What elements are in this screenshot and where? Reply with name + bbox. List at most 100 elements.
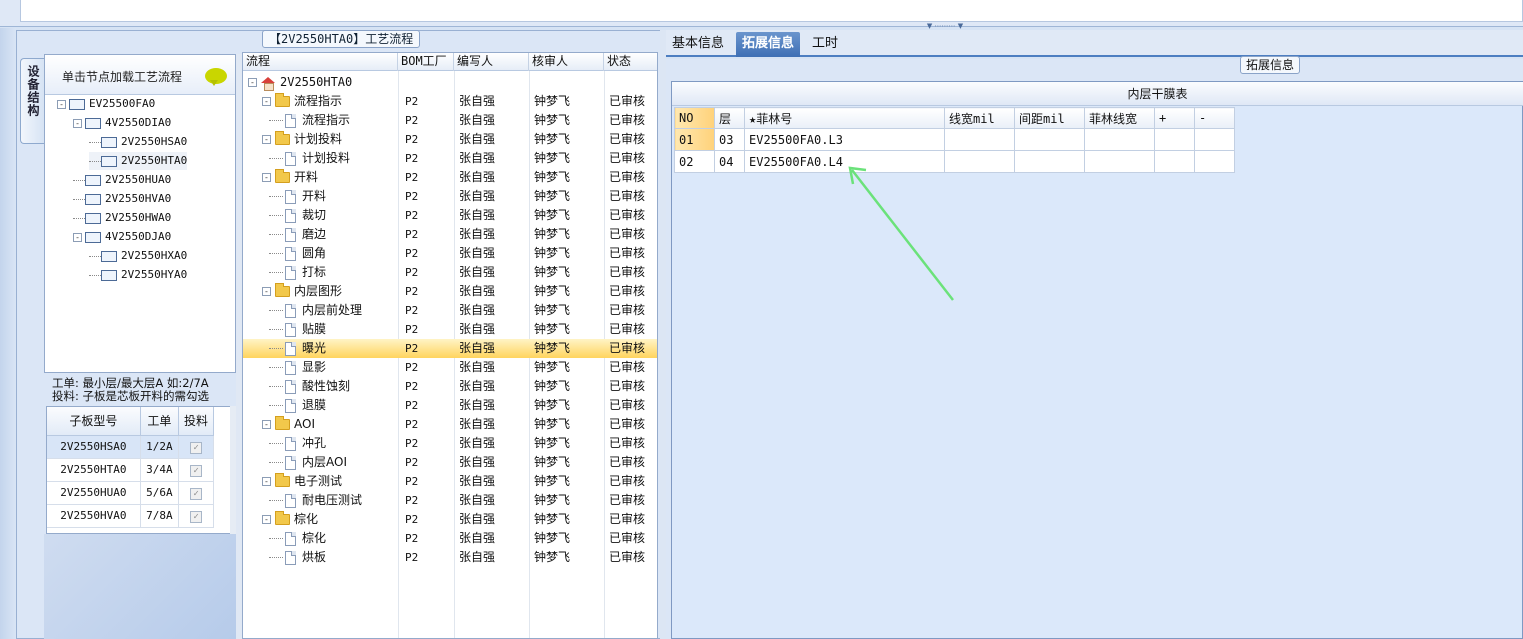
tree-node[interactable]: - 4V2550DJA0 bbox=[73, 228, 171, 246]
flow-step[interactable]: 退膜 bbox=[285, 396, 326, 415]
flow-row[interactable]: 烘板 P2 张自强 钟梦飞 已审核 bbox=[243, 548, 657, 567]
col-header-film-line-width[interactable]: 菲林线宽 bbox=[1084, 107, 1155, 129]
flow-step[interactable]: 贴膜 bbox=[285, 320, 326, 339]
cell-remove[interactable] bbox=[1194, 128, 1235, 151]
flow-step[interactable]: 裁切 bbox=[285, 206, 326, 225]
tree-node[interactable]: 2V2550HSA0 bbox=[89, 133, 187, 151]
col-header-no[interactable]: NO bbox=[674, 107, 715, 129]
add-row-button[interactable]: + bbox=[1154, 107, 1195, 129]
flow-row[interactable]: 曝光 P2 张自强 钟梦飞 已审核 bbox=[243, 339, 657, 358]
tree-node[interactable]: - 4V2550DIA0 bbox=[73, 114, 171, 132]
col-header-feed[interactable]: 投料 bbox=[178, 407, 214, 436]
tab-extended-info[interactable]: 拓展信息 bbox=[736, 32, 801, 57]
flow-row[interactable]: 贴膜 P2 张自强 钟梦飞 已审核 bbox=[243, 320, 657, 339]
flow-row[interactable]: 计划投料 P2 张自强 钟梦飞 已审核 bbox=[243, 149, 657, 168]
cell-add[interactable] bbox=[1154, 150, 1195, 173]
cell-spacing[interactable] bbox=[1014, 150, 1085, 173]
flow-row[interactable]: 显影 P2 张自强 钟梦飞 已审核 bbox=[243, 358, 657, 377]
remove-row-button[interactable]: - bbox=[1194, 107, 1235, 129]
flow-step[interactable]: 棕化 bbox=[285, 529, 326, 548]
flow-expander-icon[interactable]: - bbox=[248, 78, 257, 87]
cell-film-no[interactable]: EV25500FA0.L3 bbox=[744, 128, 945, 151]
cell-model[interactable]: 2V2550HTA0 bbox=[47, 458, 141, 482]
cell-film-line-width[interactable] bbox=[1084, 150, 1155, 173]
flow-step[interactable]: 计划投料 bbox=[285, 149, 350, 168]
flow-row[interactable]: - 开料 P2 张自强 钟梦飞 已审核 bbox=[243, 168, 657, 187]
tree-node[interactable]: - EV25500FA0 bbox=[57, 95, 155, 113]
tree-node[interactable]: 2V2550HXA0 bbox=[89, 247, 187, 265]
flow-step[interactable]: 流程指示 bbox=[275, 92, 342, 111]
tree-node[interactable]: 2V2550HVA0 bbox=[73, 190, 171, 208]
flow-expander-icon[interactable]: - bbox=[262, 420, 271, 429]
col-header-order[interactable]: 工单 bbox=[140, 407, 180, 436]
flow-row[interactable]: 退膜 P2 张自强 钟梦飞 已审核 bbox=[243, 396, 657, 415]
flow-step[interactable]: 内层AOI bbox=[285, 453, 347, 472]
sub-grid-row[interactable]: 2V2550HUA0 5/6A ✓ bbox=[47, 481, 214, 505]
feed-checkbox[interactable]: ✓ bbox=[190, 441, 203, 454]
col-header-layer[interactable]: 层 bbox=[714, 107, 745, 129]
flow-step[interactable]: 酸性蚀刻 bbox=[285, 377, 350, 396]
sub-grid-row[interactable]: 2V2550HSA0 1/2A ✓ bbox=[47, 435, 214, 459]
flow-row[interactable]: 裁切 P2 张自强 钟梦飞 已审核 bbox=[243, 206, 657, 225]
flow-expander-icon[interactable]: - bbox=[262, 173, 271, 182]
flow-step[interactable]: 冲孔 bbox=[285, 434, 326, 453]
cell-feed[interactable]: ✓ bbox=[178, 504, 214, 528]
flow-step[interactable]: 开料 bbox=[285, 187, 326, 206]
cell-order[interactable]: 5/6A bbox=[140, 481, 180, 505]
flow-step[interactable]: 内层前处理 bbox=[285, 301, 362, 320]
tree-expander-icon[interactable]: - bbox=[57, 99, 66, 109]
speech-bubble-icon[interactable] bbox=[205, 68, 227, 86]
flow-row[interactable]: - 棕化 P2 张自强 钟梦飞 已审核 bbox=[243, 510, 657, 529]
cell-model[interactable]: 2V2550HSA0 bbox=[47, 435, 141, 459]
flow-row[interactable]: 冲孔 P2 张自强 钟梦飞 已审核 bbox=[243, 434, 657, 453]
tab-work-hours[interactable]: 工时 bbox=[806, 32, 844, 57]
flow-expander-icon[interactable]: - bbox=[262, 287, 271, 296]
flow-step[interactable]: 电子测试 bbox=[275, 472, 342, 491]
flow-step[interactable]: 内层图形 bbox=[275, 282, 342, 301]
tab-device-structure[interactable]: 设备结构 bbox=[20, 58, 44, 144]
tree-node[interactable]: 2V2550HTA0 bbox=[89, 152, 188, 170]
flow-expander-icon[interactable]: - bbox=[262, 515, 271, 524]
cell-order[interactable]: 3/4A bbox=[140, 458, 180, 482]
flow-row[interactable]: 棕化 P2 张自强 钟梦飞 已审核 bbox=[243, 529, 657, 548]
flow-step[interactable]: 磨边 bbox=[285, 225, 326, 244]
cell-feed[interactable]: ✓ bbox=[178, 435, 214, 459]
flow-step[interactable]: AOI bbox=[275, 415, 315, 434]
cell-line-width[interactable] bbox=[944, 128, 1015, 151]
col-header-line-width[interactable]: 线宽mil bbox=[944, 107, 1015, 129]
tree-node[interactable]: 2V2550HWA0 bbox=[73, 209, 171, 227]
flow-row[interactable]: - 计划投料 P2 张自强 钟梦飞 已审核 bbox=[243, 130, 657, 149]
flow-row[interactable]: - 电子测试 P2 张自强 钟梦飞 已审核 bbox=[243, 472, 657, 491]
cell-model[interactable]: 2V2550HVA0 bbox=[47, 504, 141, 528]
flow-step[interactable]: 烘板 bbox=[285, 548, 326, 567]
col-header-reviewer[interactable]: 核审人 bbox=[529, 53, 604, 71]
flow-row[interactable]: - 2V2550HTA0 bbox=[243, 73, 657, 92]
flow-step[interactable]: 流程指示 bbox=[285, 111, 350, 130]
sub-grid-row[interactable]: 2V2550HTA0 3/4A ✓ bbox=[47, 458, 214, 482]
col-header-status[interactable]: 状态 bbox=[604, 53, 657, 71]
col-header-model[interactable]: 子板型号 bbox=[47, 407, 141, 436]
flow-step[interactable]: 开料 bbox=[275, 168, 318, 187]
flow-row[interactable]: - 流程指示 P2 张自强 钟梦飞 已审核 bbox=[243, 92, 657, 111]
flow-expander-icon[interactable]: - bbox=[262, 477, 271, 486]
feed-checkbox[interactable]: ✓ bbox=[190, 487, 203, 500]
flow-step[interactable]: 打标 bbox=[285, 263, 326, 282]
flow-row[interactable]: 内层前处理 P2 张自强 钟梦飞 已审核 bbox=[243, 301, 657, 320]
col-header-bom-factory[interactable]: BOM工厂 bbox=[398, 53, 454, 71]
col-header-writer[interactable]: 编写人 bbox=[454, 53, 529, 71]
tree-node[interactable]: 2V2550HYA0 bbox=[89, 266, 187, 284]
flow-row[interactable]: 圆角 P2 张自强 钟梦飞 已审核 bbox=[243, 244, 657, 263]
flow-step[interactable]: 曝光 bbox=[285, 339, 326, 358]
col-header-film-no[interactable]: ★菲林号 bbox=[744, 107, 945, 129]
flow-row[interactable]: 打标 P2 张自强 钟梦飞 已审核 bbox=[243, 263, 657, 282]
flow-step[interactable]: 显影 bbox=[285, 358, 326, 377]
flow-expander-icon[interactable]: - bbox=[262, 97, 271, 106]
sub-grid-row[interactable]: 2V2550HVA0 7/8A ✓ bbox=[47, 504, 214, 528]
cell-order[interactable]: 7/8A bbox=[140, 504, 180, 528]
cell-feed[interactable]: ✓ bbox=[178, 458, 214, 482]
flow-row[interactable]: 耐电压测试 P2 张自强 钟梦飞 已审核 bbox=[243, 491, 657, 510]
tree-node[interactable]: 2V2550HUA0 bbox=[73, 171, 171, 189]
tree-expander-icon[interactable]: - bbox=[73, 232, 82, 242]
flow-row[interactable]: 流程指示 P2 张自强 钟梦飞 已审核 bbox=[243, 111, 657, 130]
cell-feed[interactable]: ✓ bbox=[178, 481, 214, 505]
